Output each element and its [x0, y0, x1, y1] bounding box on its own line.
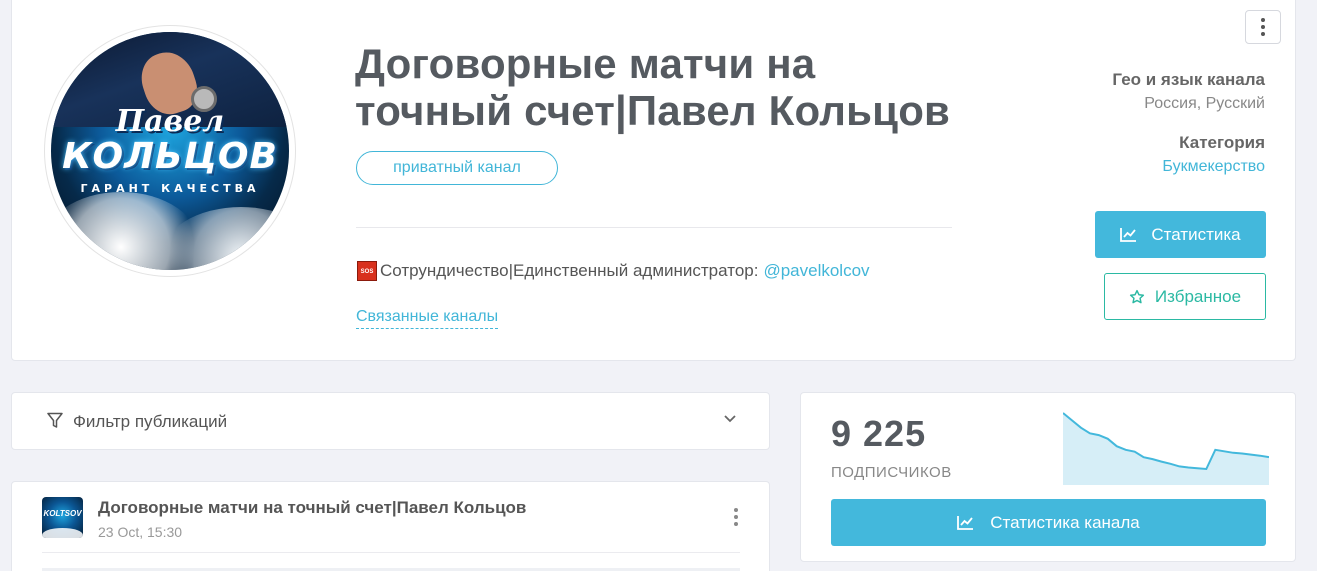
chart-line-icon [957, 516, 974, 530]
related-channels-link[interactable]: Связанные каналы [356, 308, 499, 329]
favorite-button-label: Избранное [1154, 286, 1242, 306]
channel-avatar: Павел КОЛЬЦОВ ГАРАНТ КАЧЕСТВА [44, 25, 296, 277]
subscribers-card: 9 225 ПОДПИСЧИКОВ Статистика канала [800, 392, 1296, 562]
channel-description: SOS Сотрундичество|Единственный админист… [357, 261, 870, 281]
channel-statistics-label: Статистика канала [990, 512, 1140, 532]
subscriber-sparkline [1063, 412, 1269, 485]
post-channel-avatar[interactable]: KOLTSOV [42, 497, 83, 538]
privacy-badge: приватный канал [356, 151, 558, 185]
filter-label: Фильтр публикаций [73, 412, 228, 431]
favorite-button[interactable]: Избранное [1104, 273, 1266, 320]
description-text: Сотрундичество|Единственный администрато… [380, 261, 759, 280]
statistics-button-label: Статистика [1151, 224, 1241, 244]
avatar-logo-line2: КОЛЬЦОВ [62, 136, 278, 177]
chart-line-icon [1120, 228, 1137, 242]
filter-icon [47, 412, 63, 428]
channel-header-card: Павел КОЛЬЦОВ ГАРАНТ КАЧЕСТВА Договорные… [11, 0, 1296, 361]
channel-title: Договорные матчи на точный счет|Павел Ко… [355, 40, 951, 134]
post-card: KOLTSOV Договорные матчи на точный счет|… [11, 481, 770, 571]
post-date: 23 Oct, 15:30 [98, 524, 183, 540]
category-link[interactable]: Букмекерство [1162, 158, 1265, 176]
star-icon [1129, 289, 1144, 303]
sparkline-area [1063, 413, 1269, 485]
post-more-icon[interactable] [734, 508, 738, 526]
admin-mention-link[interactable]: @pavelkolcov [763, 261, 869, 281]
chevron-down-icon[interactable] [723, 411, 737, 425]
divider [356, 227, 952, 228]
avatar-logo-line1: Павел [115, 104, 225, 139]
channel-statistics-button[interactable]: Статистика канала [831, 499, 1266, 546]
geo-value: Россия, Русский [1144, 95, 1265, 112]
subscriber-label: ПОДПИСЧИКОВ [831, 464, 952, 481]
post-channel-name[interactable]: Договорные матчи на точный счет|Павел Ко… [98, 498, 526, 518]
more-options-button[interactable] [1245, 10, 1281, 44]
divider [42, 552, 740, 553]
category-label: Категория [1179, 133, 1265, 152]
sos-icon: SOS [357, 261, 377, 281]
subscriber-count: 9 225 [831, 413, 927, 454]
publication-filter[interactable]: Фильтр публикаций [11, 392, 770, 450]
statistics-button[interactable]: Статистика [1095, 211, 1266, 258]
avatar-logo-line3: ГАРАНТ КАЧЕСТВА [80, 182, 260, 195]
geo-label: Гео и язык канала [1112, 70, 1265, 89]
